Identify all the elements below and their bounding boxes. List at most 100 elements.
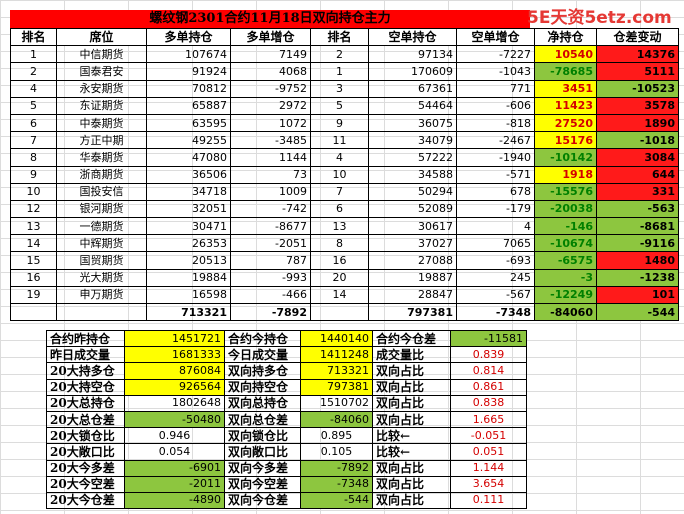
seat-cell: 国贸期货 [56,251,147,270]
summary-value: 0.051 [450,443,527,461]
rank-cell: 9 [10,165,57,184]
summary-label: 合约今仓差 [372,329,451,348]
long-change-cell: 1009 [230,182,311,201]
seat-cell: 中泰期货 [56,113,147,133]
long-change-cell: 4068 [230,62,311,81]
table-row: 8 华泰期货 47080 1144 4 57222 -1940 -10142 3084 [10,148,679,167]
summary-value: 1411248 [300,346,373,364]
summary-value: 876084 [124,362,225,380]
total-long: 713321 [146,302,231,322]
summary-value: -7892 [300,459,373,477]
seat-cell: 中信期货 [56,45,147,64]
table-row: 2 国泰君安 91924 4068 1 170609 -1043 -78685 5111 [10,62,679,81]
summary-row: 20大今多差 -6901 双向今多差 -7892 双向占比 1.144 [46,459,527,477]
site-watermark: 5E天资5etz.com [527,8,672,28]
short-rank-cell: 5 [310,96,369,115]
position-diff-cell: -563 [596,199,679,219]
short-rank-cell: 7 [310,182,369,201]
table-row: 19 申万期货 16598 -466 14 28847 -567 -12249 101 [10,285,679,305]
seat-cell: 永安期货 [56,79,147,98]
long-position-cell: 70812 [146,79,231,98]
long-position-cell: 16598 [146,285,231,305]
short-position-cell: 50294 [368,182,457,201]
net-position-cell: 3451 [534,79,597,98]
long-change-cell: -742 [230,199,311,219]
table-row: 15 国贸期货 20513 787 16 27088 -693 -6575 1480 [10,251,679,270]
position-diff-cell: 1890 [596,113,679,133]
summary-value: 713321 [300,362,373,380]
summary-value: 1802648 [124,394,225,412]
short-position-cell: 67361 [368,79,457,98]
summary-value: 0.946 [124,427,225,445]
seat-cell: 浙商期货 [56,165,147,184]
table-row: 1 中信期货 107674 7149 2 97134 -7227 10540 14376 [10,45,679,64]
short-change-cell: -693 [456,251,535,270]
summary-label: 比较← [372,427,451,445]
position-diff-cell: -10523 [596,79,679,98]
short-rank-cell: 9 [310,113,369,133]
seat-cell: 光大期货 [56,268,147,287]
summary-label: 双向锁仓比 [224,427,301,445]
long-change-cell: -993 [230,268,311,287]
net-position-cell: 10540 [534,45,597,64]
summary-label: 双向占比 [372,362,451,380]
summary-value: 0.839 [450,346,527,364]
long-position-cell: 26353 [146,234,231,253]
rank-cell: 4 [10,79,57,98]
long-position-cell: 91924 [146,62,231,81]
long-position-cell: 34718 [146,182,231,201]
short-position-cell: 27088 [368,251,457,270]
table-row: 14 中辉期货 26353 -2051 8 37027 7065 -10674 -9116 [10,234,679,253]
seat-cell: 一德期货 [56,217,147,236]
short-change-cell: 7065 [456,234,535,253]
summary-label: 双向占比 [372,491,451,510]
summary-label: 20大总持仓 [46,394,125,412]
summary-row: 20大总仓差 -50480 双向总仓差 -84060 双向占比 1.665 [46,410,527,429]
long-change-cell: 73 [230,165,311,184]
short-change-cell: -818 [456,113,535,133]
short-change-cell: -1940 [456,148,535,167]
short-position-cell: 19887 [368,268,457,287]
header-cell: 多单持仓 [146,27,231,47]
rank-cell: 2 [10,62,57,81]
header-row: 排名 席位 多单持仓 多单增仓 排名 空单持仓 空单增仓 净持仓 仓差变动 [10,27,679,47]
summary-value: 0.054 [124,443,225,461]
long-position-cell: 107674 [146,45,231,64]
cell [310,302,369,322]
positions-table: 排名 席位 多单持仓 多单增仓 排名 空单持仓 空单增仓 净持仓 仓差变动 1中… [10,27,679,322]
cell [56,302,147,322]
summary-value: 1681333 [124,346,225,364]
summary-row: 合约昨持仓 1451721 合约今持仓 1440140 合约今仓差 -11581 [46,329,527,348]
rank-cell: 14 [10,234,57,253]
summary-value: 1510702 [300,394,373,412]
summary-value: -2011 [124,475,225,493]
summary-value: 0.838 [450,394,527,412]
net-position-cell: -12249 [534,285,597,305]
summary-table: 合约昨持仓 1451721 合约今持仓 1440140 合约今仓差 -11581 昨日成交量… [46,329,527,510]
short-position-cell: 170609 [368,62,457,81]
summary-label: 双向持多仓 [224,362,301,380]
summary-value: 1.665 [450,410,527,429]
long-change-cell: 1072 [230,113,311,133]
net-position-cell: -10142 [534,148,597,167]
long-change-cell: 787 [230,251,311,270]
summary-row: 20大今仓差 -4890 双向今仓差 -544 双向占比 0.111 [46,491,527,510]
summary-label: 双向占比 [372,475,451,493]
seat-cell: 国投安信 [56,182,147,201]
short-position-cell: 34588 [368,165,457,184]
short-position-cell: 52089 [368,199,457,219]
summary-value: 0.105 [300,443,373,461]
long-position-cell: 65887 [146,96,231,115]
short-position-cell: 36075 [368,113,457,133]
total-net: -84060 [534,302,597,322]
short-change-cell: 245 [456,268,535,287]
summary-value: -7348 [300,475,373,493]
table-row: 9 浙商期货 36506 73 10 34588 -571 1918 644 [10,165,679,184]
rank-cell: 8 [10,148,57,167]
summary-value: 0.895 [300,427,373,445]
position-diff-cell: 331 [596,182,679,201]
seat-cell: 华泰期货 [56,148,147,167]
long-position-cell: 19884 [146,268,231,287]
net-position-cell: 15176 [534,131,597,150]
table-row: 6 中泰期货 63595 1072 9 36075 -818 27520 1890 [10,113,679,133]
